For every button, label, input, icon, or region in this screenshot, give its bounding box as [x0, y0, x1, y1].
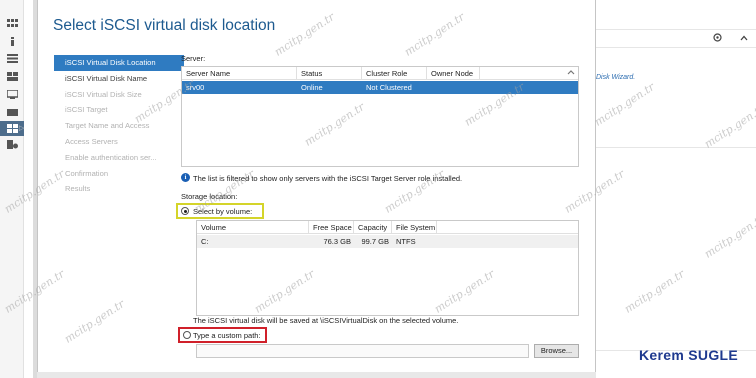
host-sidebar: ▷: [0, 0, 24, 378]
col-owner-node[interactable]: Owner Node: [427, 67, 480, 80]
cell-server-name: srv00: [186, 83, 205, 92]
expand-arrow-icon[interactable]: ▷: [19, 124, 24, 132]
info-icon: i: [181, 173, 190, 182]
divider: [596, 47, 756, 48]
save-location-note: The iSCSI virtual disk will be saved at …: [193, 316, 459, 325]
collapse-icon[interactable]: [567, 69, 575, 77]
info-bar-icon[interactable]: [7, 37, 18, 46]
storage-location-label: Storage location:: [181, 192, 238, 201]
cell-cluster-role: Not Clustered: [366, 83, 412, 92]
select-by-volume-label[interactable]: Select by volume:: [193, 207, 252, 216]
step-confirmation: Confirmation: [65, 168, 109, 178]
new-iscsi-virtual-disk-wizard: Select iSCSI virtual disk location iSCSI…: [37, 0, 596, 378]
work-folders-icon[interactable]: [7, 140, 18, 149]
cell-capacity: 99.7 GB: [361, 237, 389, 246]
host-right-pane: Disk Wizard.: [596, 0, 756, 378]
custom-path-radio[interactable]: [183, 331, 191, 339]
filter-info-text: The list is filtered to show only server…: [193, 174, 463, 183]
all-servers-icon[interactable]: [7, 54, 18, 63]
server-list[interactable]: Server Name Status Cluster Role Owner No…: [181, 66, 579, 167]
step-access-servers: Access Servers: [65, 136, 118, 146]
cell-owner-node: [427, 81, 480, 94]
select-by-volume-radio[interactable]: [181, 207, 189, 215]
server-label: Server:: [181, 54, 206, 63]
file-services-icon[interactable]: [7, 72, 18, 81]
browse-button[interactable]: Browse...: [534, 344, 579, 358]
col-volume[interactable]: Volume: [197, 221, 309, 234]
server-list-header: Server Name Status Cluster Role Owner No…: [182, 67, 578, 80]
step-target-name-and-access: Target Name and Access: [65, 121, 150, 131]
step-iscsi-virtual-disk-name[interactable]: iSCSI Virtual Disk Name: [54, 71, 184, 87]
storage-icon[interactable]: [7, 90, 18, 99]
cell-status: Online: [301, 83, 323, 92]
col-capacity[interactable]: Capacity: [354, 221, 392, 234]
dashboard-icon[interactable]: [7, 19, 18, 28]
col-status[interactable]: Status: [297, 67, 362, 80]
wizard-link[interactable]: Disk Wizard.: [596, 74, 635, 81]
cell-free-space: 76.3 GB: [323, 237, 351, 246]
table-row[interactable]: srv00 Online Not Clustered: [182, 81, 578, 94]
col-file-system[interactable]: File System: [392, 221, 437, 234]
chevron-up-icon[interactable]: [740, 35, 748, 41]
col-cluster-role[interactable]: Cluster Role: [362, 67, 427, 80]
step-enable-authentication: Enable authentication ser...: [65, 152, 157, 162]
page-title: Select iSCSI virtual disk location: [53, 17, 276, 34]
volume-list[interactable]: Volume Free Space Capacity File System C…: [196, 220, 579, 316]
author-signature: Kerem SUGLE: [639, 347, 738, 363]
custom-path-input[interactable]: [196, 344, 529, 358]
step-iscsi-target: iSCSI Target: [65, 105, 108, 115]
step-iscsi-virtual-disk-size: iSCSI Virtual Disk Size: [65, 89, 142, 99]
cell-file-system: NTFS: [396, 237, 416, 246]
col-server-name[interactable]: Server Name: [182, 67, 297, 80]
col-free-space[interactable]: Free Space: [309, 221, 354, 234]
volume-list-header: Volume Free Space Capacity File System: [197, 221, 578, 234]
step-iscsi-virtual-disk-location[interactable]: iSCSI Virtual Disk Location: [54, 55, 184, 71]
step-results: Results: [65, 184, 91, 194]
volumes-icon[interactable]: [7, 108, 18, 117]
host-right-header: [596, 0, 756, 30]
cell-volume: C:: [201, 237, 209, 246]
wizard-steps-nav: iSCSI Virtual Disk Location iSCSI Virtua…: [54, 55, 184, 197]
divider: [596, 147, 756, 148]
custom-path-label[interactable]: Type a custom path:: [193, 331, 261, 340]
table-row[interactable]: C: 76.3 GB 99.7 GB NTFS: [197, 235, 578, 248]
wizard-button-bar: [37, 372, 596, 378]
pin-icon[interactable]: [713, 33, 722, 42]
